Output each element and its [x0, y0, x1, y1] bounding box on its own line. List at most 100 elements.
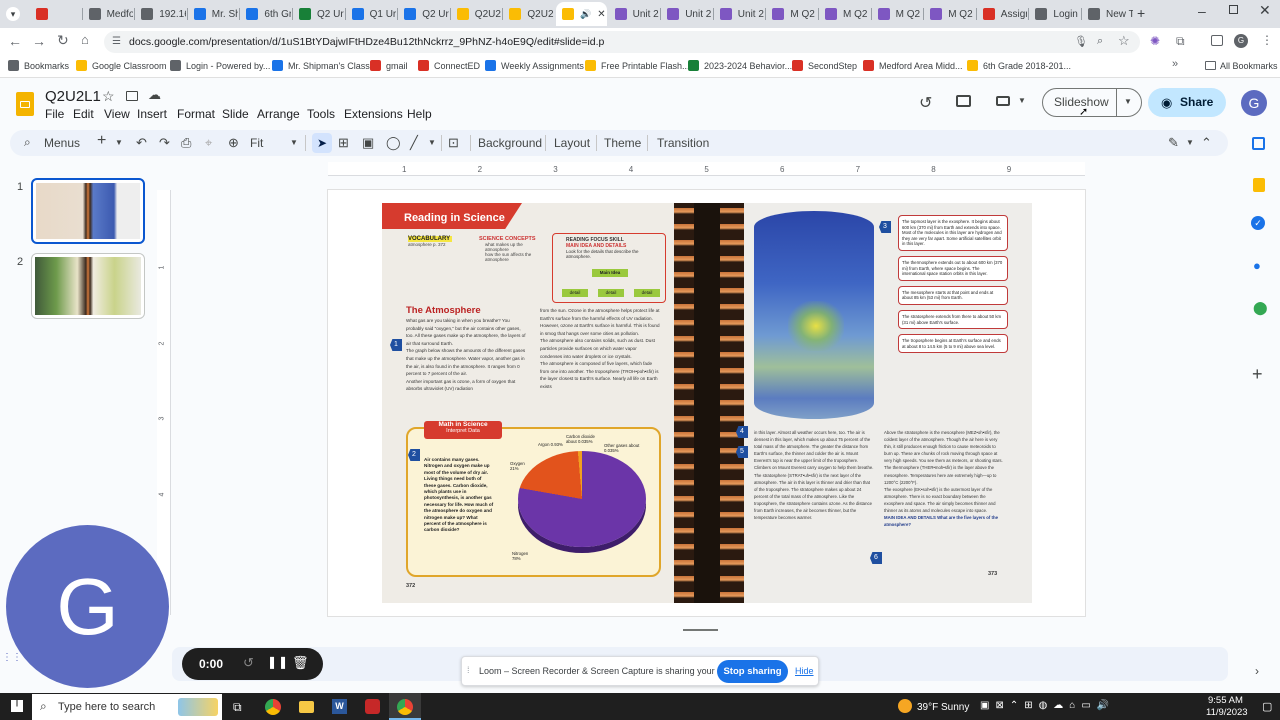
menu-extensions[interactable]: Extensions: [344, 107, 403, 121]
menu-arrange[interactable]: Arrange: [257, 107, 300, 121]
search-highlight-icon[interactable]: [178, 698, 218, 716]
tab-label[interactable]: Login: [1053, 9, 1077, 20]
new-tab-icon[interactable]: +: [1137, 5, 1145, 21]
version-history-icon[interactable]: ↺: [919, 93, 932, 113]
keep-icon[interactable]: [1253, 178, 1265, 192]
bookmark-label[interactable]: Login - Powered by...: [186, 61, 270, 71]
browser-tab[interactable]: Q2U2: [503, 2, 554, 26]
extensions-puzzle-icon[interactable]: ⧉: [1176, 34, 1185, 49]
browser-tab[interactable]: M Q2: [924, 2, 975, 26]
hide-banner-link[interactable]: Hide: [795, 666, 814, 676]
tab-label[interactable]: M Q2: [790, 9, 814, 20]
line-dropdown-icon[interactable]: ▼: [428, 138, 436, 147]
bookmark-item[interactable]: 2023-2024 Behavior...: [688, 60, 792, 71]
bookmark-label[interactable]: Google Classroom: [92, 61, 167, 71]
browser-tab[interactable]: New T: [1082, 2, 1133, 26]
tab-search-icon[interactable]: ▾: [6, 7, 20, 21]
menu-insert[interactable]: Insert: [137, 107, 167, 121]
zoom-select[interactable]: Fit: [250, 136, 263, 150]
taskbar-search-icon[interactable]: ⌕: [40, 699, 47, 714]
tab-label[interactable]: M Q2: [896, 9, 920, 20]
site-info-icon[interactable]: ☰: [112, 36, 121, 47]
browser-tab[interactable]: Q2 Ur: [293, 2, 344, 26]
bookmark-item[interactable]: Login - Powered by...: [170, 60, 270, 71]
weather-icon[interactable]: [898, 699, 912, 713]
browser-tab[interactable]: Mr. Sh: [188, 2, 239, 26]
close-window-icon[interactable]: ✕: [1259, 2, 1271, 19]
search-menus-icon[interactable]: ⌕: [24, 135, 31, 150]
taskbar-app-icon[interactable]: [365, 699, 380, 714]
browser-tab[interactable]: Q2 Ur: [398, 2, 449, 26]
browser-tab[interactable]: [30, 2, 81, 26]
bookmark-label[interactable]: gmail: [386, 61, 408, 71]
bookmark-label[interactable]: Medford Area Midd...: [879, 61, 963, 71]
slide-thumbnail-1[interactable]: [31, 178, 145, 244]
document-title[interactable]: Q2U2L1: [45, 88, 101, 105]
tab-label[interactable]: Unit 2: [685, 9, 711, 20]
browser-tab[interactable]: Unit 2: [609, 2, 660, 26]
bookmark-item[interactable]: SecondStep: [792, 60, 857, 71]
browser-menu-icon[interactable]: ⋮: [1261, 33, 1273, 47]
tab-label[interactable]: M Q2: [843, 9, 867, 20]
zoom-dropdown-icon[interactable]: ▼: [290, 138, 298, 147]
reload-icon[interactable]: ↻: [57, 32, 69, 49]
bookmark-item[interactable]: Bookmarks: [8, 60, 69, 71]
hide-side-panel-icon[interactable]: ›: [1255, 664, 1259, 678]
tab-label[interactable]: Unit 2: [633, 9, 659, 20]
all-bookmarks-label[interactable]: All Bookmarks: [1220, 61, 1278, 71]
image-icon[interactable]: ▣: [362, 135, 374, 151]
menu-edit[interactable]: Edit: [73, 107, 94, 121]
side-panel-icon[interactable]: [1211, 35, 1223, 46]
background-button[interactable]: Background: [478, 136, 542, 150]
tab-label[interactable]: New T: [1106, 9, 1133, 20]
bookmark-label[interactable]: 6th Grade 2018-201...: [983, 61, 1071, 71]
tab-label[interactable]: Q2U2: [527, 9, 553, 20]
browser-tab[interactable]: Assigr: [977, 2, 1027, 26]
calendar-icon[interactable]: [1252, 137, 1265, 150]
browser-tab[interactable]: Medfo: [83, 2, 134, 26]
tab-label[interactable]: Medfo: [107, 9, 134, 20]
menu-slide[interactable]: Slide: [222, 107, 249, 121]
browser-tab[interactable]: Unit 2: [661, 2, 712, 26]
menu-format[interactable]: Format: [177, 107, 215, 121]
meet-camera-icon[interactable]: [996, 96, 1010, 106]
back-icon[interactable]: ←: [8, 33, 22, 49]
browser-tab[interactable]: M Q2: [872, 2, 923, 26]
tab-label[interactable]: Mr. Sh: [212, 9, 239, 20]
task-view-icon[interactable]: ⧉: [233, 700, 242, 715]
bookmark-label[interactable]: Bookmarks: [24, 61, 69, 71]
menu-view[interactable]: View: [104, 107, 130, 121]
bookmark-label[interactable]: Free Printable Flash...: [601, 61, 690, 71]
transition-button[interactable]: Transition: [657, 136, 709, 150]
collapse-menus-icon[interactable]: ⌃: [1201, 135, 1212, 151]
stop-sharing-button[interactable]: Stop sharing: [717, 660, 788, 683]
bookmark-item[interactable]: Mr. Shipman's Class: [272, 60, 370, 71]
browser-tab[interactable]: Q2U2: [451, 2, 502, 26]
tasks-icon[interactable]: ✓: [1251, 216, 1265, 230]
slide-thumbnail-2[interactable]: [31, 253, 145, 319]
layout-button[interactable]: Layout: [554, 136, 590, 150]
zoom-icon[interactable]: ⌕: [1097, 35, 1103, 48]
start-button-icon[interactable]: [11, 700, 23, 712]
restore-window-icon[interactable]: [1229, 5, 1238, 14]
clock-time[interactable]: 9:55 AM: [1208, 695, 1243, 706]
bookmarks-overflow-icon[interactable]: »: [1172, 58, 1178, 70]
cloud-saved-icon[interactable]: ☁: [148, 87, 161, 103]
share-label[interactable]: Share: [1180, 95, 1213, 109]
taskbar-word-icon[interactable]: W: [332, 699, 347, 714]
menu-help[interactable]: Help: [407, 107, 432, 121]
browser-tab[interactable]: Unit 2: [714, 2, 765, 26]
pen-dropdown-icon[interactable]: ▼: [1186, 138, 1194, 147]
minimize-window-icon[interactable]: –: [1198, 3, 1206, 19]
loom-drag-handle-icon[interactable]: ⋮⋮: [2, 652, 22, 663]
bookmark-label[interactable]: Mr. Shipman's Class: [288, 61, 370, 71]
slides-logo-icon[interactable]: [16, 92, 34, 116]
tab-label[interactable]: Q2 Ur: [422, 9, 449, 20]
pen-mode-icon[interactable]: ✎: [1168, 135, 1179, 151]
line-icon[interactable]: ╱: [410, 135, 418, 151]
canvas-scrollbar[interactable]: [683, 629, 718, 631]
taskbar-file-explorer-icon[interactable]: [299, 701, 314, 713]
bookmark-label[interactable]: ConnectED: [434, 61, 480, 71]
extension-icon-1[interactable]: ✺: [1150, 34, 1160, 48]
all-bookmarks-folder-icon[interactable]: [1205, 61, 1216, 70]
